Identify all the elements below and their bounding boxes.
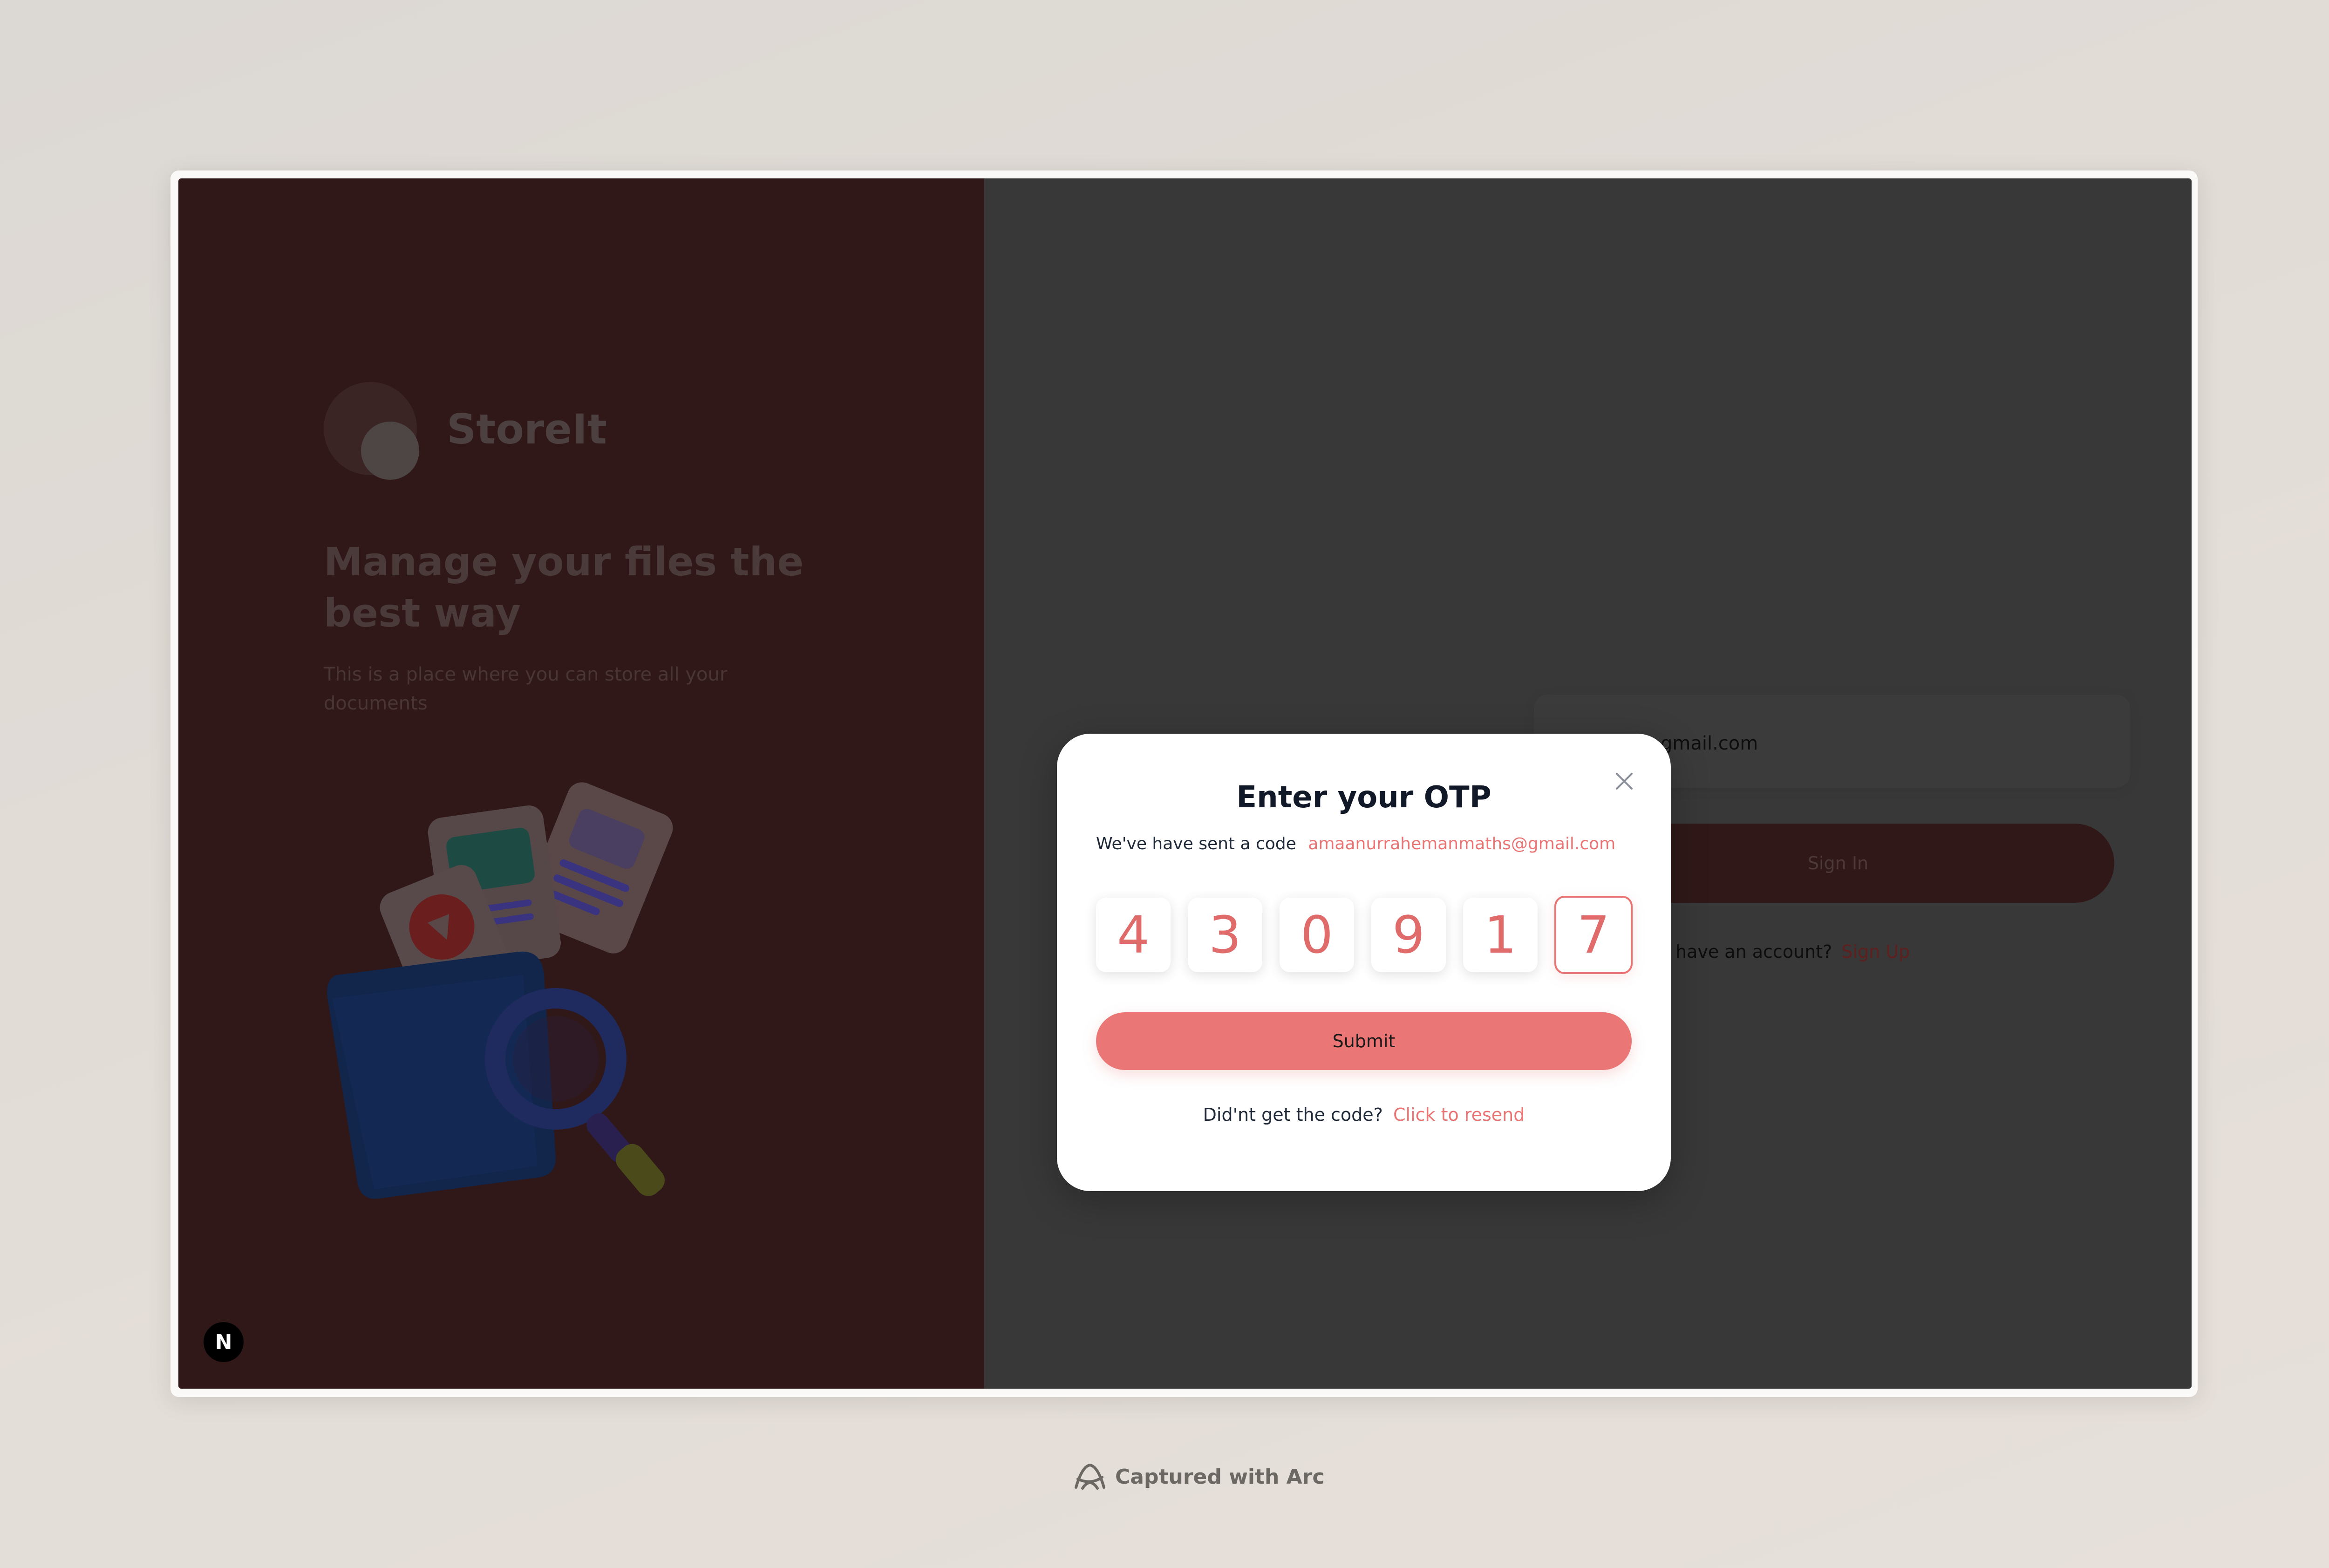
capture-caption: Captured with Arc	[1115, 1465, 1325, 1489]
otp-digit-6[interactable]: 7	[1554, 896, 1633, 974]
otp-inputs: 4 3 0 9 1 7	[1096, 896, 1633, 976]
otp-digit-3[interactable]: 0	[1280, 898, 1354, 972]
otp-digit-2[interactable]: 3	[1188, 898, 1262, 972]
files-folder-illustration	[327, 782, 673, 1199]
brand-headline: Manage your files the best way	[324, 539, 804, 636]
resend-link[interactable]: Click to resend	[1393, 1104, 1525, 1125]
app-viewport: StoreIt Manage your files the best way T…	[178, 178, 2192, 1389]
otp-subtitle: We've have sent a code amaanurrahemanmat…	[1096, 834, 1636, 853]
account-prompt-text: t have an account?	[1663, 941, 1832, 962]
storeit-logo: StoreIt	[324, 382, 622, 489]
sign-up-link[interactable]: Sign Up	[1841, 941, 1910, 962]
otp-subtitle-text: We've have sent a code	[1096, 834, 1296, 853]
email-field-value: gmail.com	[1661, 733, 1758, 754]
brand-name: StoreIt	[447, 405, 607, 453]
capture-footer: Captured with Arc	[1071, 1458, 1324, 1495]
brand-panel: StoreIt Manage your files the best way T…	[178, 178, 984, 1389]
logo-circle-small	[361, 422, 419, 480]
nextjs-badge[interactable]: N	[204, 1322, 244, 1362]
arc-logo-icon	[1075, 1463, 1105, 1490]
resend-row: Did'nt get the code? Click to resend	[1057, 1104, 1671, 1125]
otp-title: Enter your OTP	[1236, 780, 1491, 815]
brand-subtext: This is a place where you can store all …	[324, 664, 728, 714]
otp-email: amaanurrahemanmaths@gmail.com	[1308, 834, 1616, 853]
resend-prompt: Did'nt get the code?	[1203, 1104, 1383, 1125]
account-prompt: t have an account? Sign Up	[1663, 941, 1910, 962]
otp-digit-4[interactable]: 9	[1371, 898, 1446, 972]
otp-digit-5[interactable]: 1	[1463, 898, 1538, 972]
otp-modal: Enter your OTP We've have sent a code am…	[1057, 734, 1671, 1191]
otp-digit-1[interactable]: 4	[1096, 898, 1171, 972]
submit-button[interactable]: Submit	[1096, 1012, 1632, 1070]
